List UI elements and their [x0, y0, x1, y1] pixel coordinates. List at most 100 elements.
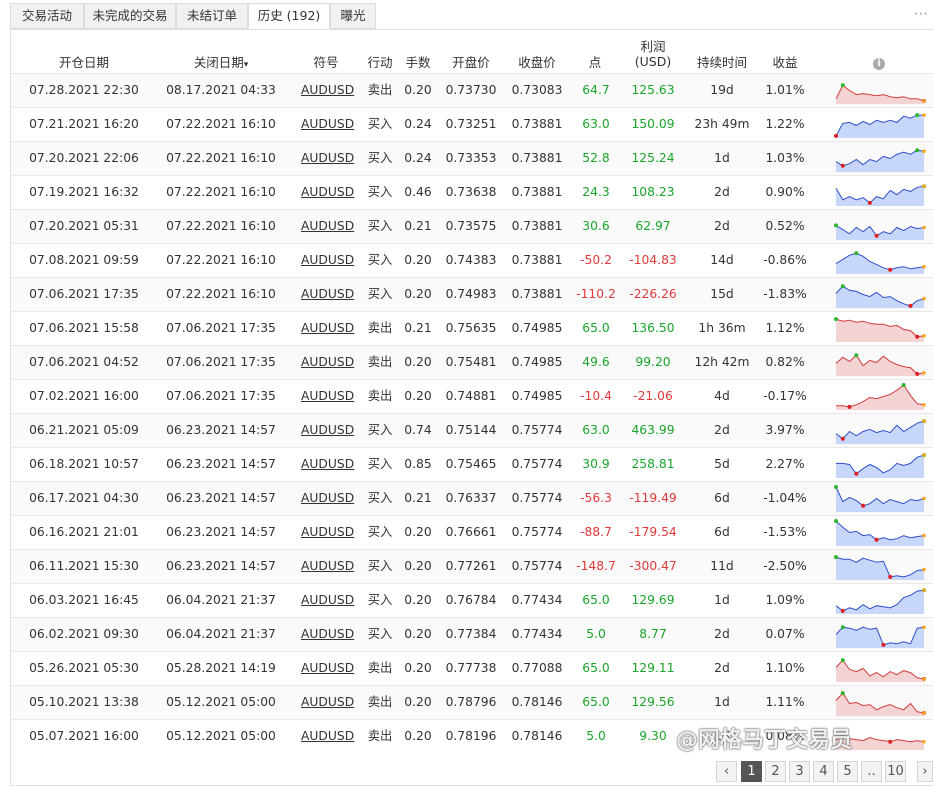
col-symbol[interactable]: 符号: [301, 55, 351, 70]
open-date-cell: 05.26.2021 05:30: [29, 661, 139, 675]
col-gain[interactable]: 收益: [761, 55, 809, 70]
symbol-text[interactable]: AUDUSD: [301, 389, 354, 403]
table-row[interactable]: 05.26.2021 05:30 05.28.2021 14:19 AUDUSD 卖出…: [11, 651, 933, 685]
symbol-text[interactable]: AUDUSD: [301, 593, 354, 607]
symbol-link[interactable]: AUDUSD: [301, 312, 354, 345]
symbol-link[interactable]: AUDUSD: [301, 346, 354, 379]
symbol-text[interactable]: AUDUSD: [301, 695, 354, 709]
symbol-text[interactable]: AUDUSD: [301, 253, 354, 267]
close-price-cell: 0.73881: [511, 219, 563, 233]
page-10-button[interactable]: 10: [885, 761, 906, 782]
symbol-link[interactable]: AUDUSD: [301, 550, 354, 583]
col-action[interactable]: 行动: [361, 55, 399, 70]
table-row[interactable]: 06.11.2021 15:30 06.23.2021 14:57 AUDUSD 买入…: [11, 549, 933, 583]
symbol-text[interactable]: AUDUSD: [301, 559, 354, 573]
lots-cell: 0.20: [404, 83, 432, 97]
tab-trading-activity[interactable]: 交易活动: [10, 3, 84, 29]
sparkline-low-marker: [915, 334, 920, 339]
col-close-price[interactable]: 收盘价: [507, 55, 567, 70]
symbol-link[interactable]: AUDUSD: [301, 108, 354, 141]
symbol-text[interactable]: AUDUSD: [301, 83, 354, 97]
symbol-text[interactable]: AUDUSD: [301, 151, 354, 165]
col-close-date[interactable]: 关闭日期▾: [171, 55, 271, 73]
symbol-link[interactable]: AUDUSD: [301, 142, 354, 175]
symbol-text[interactable]: AUDUSD: [301, 355, 354, 369]
more-options-icon[interactable]: ⋯: [914, 6, 929, 22]
tab-history[interactable]: 历史 (192): [248, 3, 330, 29]
col-open-date[interactable]: 开仓日期: [29, 55, 139, 70]
symbol-link[interactable]: AUDUSD: [301, 448, 354, 481]
symbol-link[interactable]: AUDUSD: [301, 618, 354, 651]
table-row[interactable]: 07.28.2021 22:30 08.17.2021 04:33 AUDUSD 卖出…: [11, 73, 933, 107]
page-1-button[interactable]: 1: [741, 761, 762, 782]
lots-cell: 0.20: [404, 559, 432, 573]
symbol-link[interactable]: AUDUSD: [301, 686, 354, 719]
symbol-link[interactable]: AUDUSD: [301, 244, 354, 277]
symbol-link[interactable]: AUDUSD: [301, 176, 354, 209]
trade-sparkline: [836, 453, 926, 478]
table-row[interactable]: 06.21.2021 05:09 06.23.2021 14:57 AUDUSD 买入…: [11, 413, 933, 447]
col-lots[interactable]: 手数: [401, 55, 435, 70]
col-open-price[interactable]: 开盘价: [441, 55, 501, 70]
close-price-cell: 0.77434: [511, 593, 563, 607]
table-row[interactable]: 06.03.2021 16:45 06.04.2021 21:37 AUDUSD 买入…: [11, 583, 933, 617]
table-row[interactable]: 07.21.2021 16:20 07.22.2021 16:10 AUDUSD 买入…: [11, 107, 933, 141]
symbol-text[interactable]: AUDUSD: [301, 729, 354, 743]
col-points[interactable]: 点: [573, 55, 617, 70]
col-duration[interactable]: 持续时间: [689, 55, 755, 70]
symbol-text[interactable]: AUDUSD: [301, 321, 354, 335]
table-row[interactable]: 06.16.2021 21:01 06.23.2021 14:57 AUDUSD 买入…: [11, 515, 933, 549]
table-row[interactable]: 07.20.2021 05:31 07.22.2021 16:10 AUDUSD 买入…: [11, 209, 933, 243]
table-row[interactable]: 06.18.2021 10:57 06.23.2021 14:57 AUDUSD 买入…: [11, 447, 933, 481]
sparkline-low-marker: [854, 471, 859, 476]
page-4-button[interactable]: 4: [813, 761, 834, 782]
close-date-cell: 06.23.2021 14:57: [166, 525, 276, 539]
table-row[interactable]: 07.02.2021 16:00 07.06.2021 17:35 AUDUSD 卖出…: [11, 379, 933, 413]
symbol-text[interactable]: AUDUSD: [301, 287, 354, 301]
table-row[interactable]: 07.08.2021 09:59 07.22.2021 16:10 AUDUSD 买入…: [11, 243, 933, 277]
prev-page-button[interactable]: ‹: [716, 761, 737, 782]
tab-open-orders[interactable]: 未结订单: [176, 3, 248, 29]
open-date-cell: 07.21.2021 16:20: [29, 117, 139, 131]
symbol-link[interactable]: AUDUSD: [301, 74, 354, 107]
table-row[interactable]: 06.02.2021 09:30 06.04.2021 21:37 AUDUSD 买入…: [11, 617, 933, 651]
symbol-text[interactable]: AUDUSD: [301, 185, 354, 199]
table-row[interactable]: 07.06.2021 17:35 07.22.2021 16:10 AUDUSD 买入…: [11, 277, 933, 311]
symbol-text[interactable]: AUDUSD: [301, 219, 354, 233]
close-date-cell: 07.06.2021 17:35: [166, 389, 276, 403]
tab-open-trades[interactable]: 未完成的交易: [84, 3, 176, 29]
table-row[interactable]: 06.17.2021 04:30 06.23.2021 14:57 AUDUSD 买入…: [11, 481, 933, 515]
col-close-date-label: 关闭日期: [193, 55, 244, 70]
symbol-text[interactable]: AUDUSD: [301, 117, 354, 131]
symbol-link[interactable]: AUDUSD: [301, 414, 354, 447]
table-row[interactable]: 05.10.2021 13:38 05.12.2021 05:00 AUDUSD 卖出…: [11, 685, 933, 719]
table-row[interactable]: 07.20.2021 22:06 07.22.2021 16:10 AUDUSD 买入…: [11, 141, 933, 175]
symbol-link[interactable]: AUDUSD: [301, 210, 354, 243]
symbol-link[interactable]: AUDUSD: [301, 720, 354, 753]
page-5-button[interactable]: 5: [837, 761, 858, 782]
symbol-text[interactable]: AUDUSD: [301, 661, 354, 675]
symbol-link[interactable]: AUDUSD: [301, 652, 354, 685]
table-row[interactable]: 07.06.2021 15:58 07.06.2021 17:35 AUDUSD 卖出…: [11, 311, 933, 345]
sparkline-low-marker: [915, 371, 920, 376]
info-icon[interactable]: i: [869, 54, 889, 70]
symbol-text[interactable]: AUDUSD: [301, 627, 354, 641]
symbol-link[interactable]: AUDUSD: [301, 380, 354, 413]
symbol-text[interactable]: AUDUSD: [301, 457, 354, 471]
page-2-button[interactable]: 2: [765, 761, 786, 782]
sparkline-low-marker: [840, 608, 845, 613]
symbol-text[interactable]: AUDUSD: [301, 491, 354, 505]
symbol-text[interactable]: AUDUSD: [301, 423, 354, 437]
lots-cell: 0.20: [404, 661, 432, 675]
symbol-link[interactable]: AUDUSD: [301, 278, 354, 311]
next-page-button[interactable]: ›: [917, 761, 933, 782]
symbol-link[interactable]: AUDUSD: [301, 482, 354, 515]
table-row[interactable]: 07.19.2021 16:32 07.22.2021 16:10 AUDUSD 买入…: [11, 175, 933, 209]
tab-exposure[interactable]: 曝光: [330, 3, 376, 29]
col-profit[interactable]: 利润 (USD): [625, 39, 681, 69]
symbol-text[interactable]: AUDUSD: [301, 525, 354, 539]
symbol-link[interactable]: AUDUSD: [301, 516, 354, 549]
page-3-button[interactable]: 3: [789, 761, 810, 782]
symbol-link[interactable]: AUDUSD: [301, 584, 354, 617]
table-row[interactable]: 07.06.2021 04:52 07.06.2021 17:35 AUDUSD 卖出…: [11, 345, 933, 379]
